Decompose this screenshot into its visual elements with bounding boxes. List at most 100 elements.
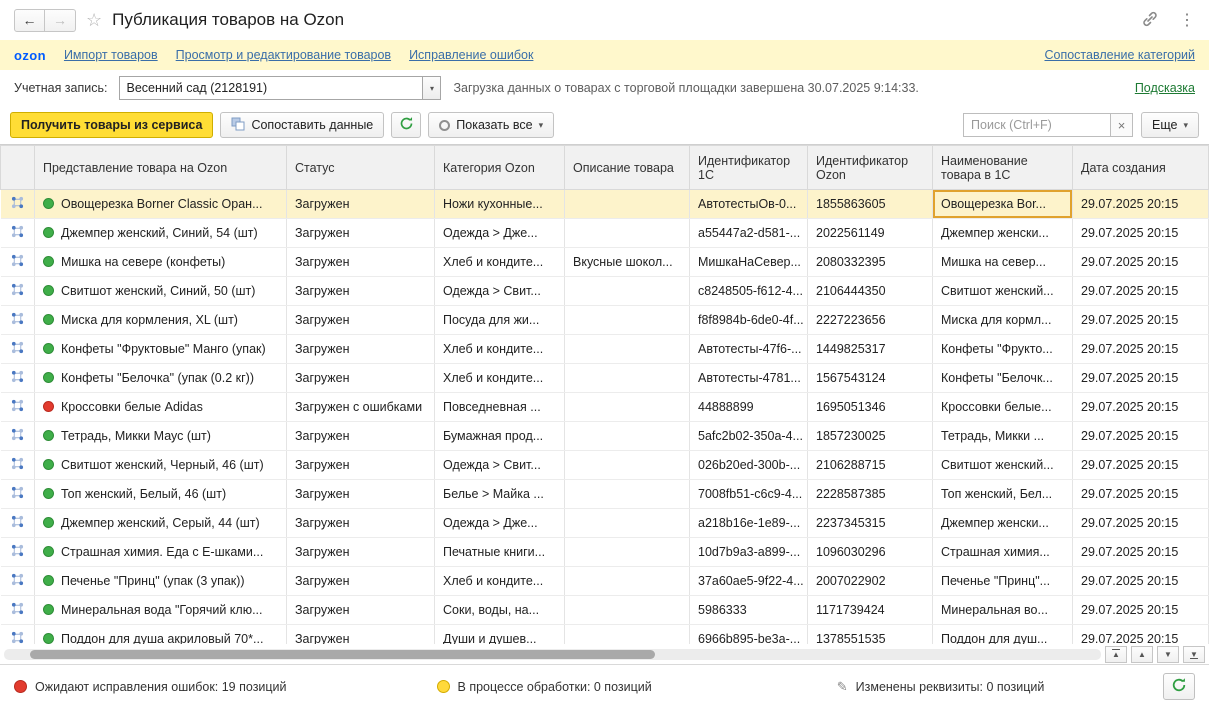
column-header[interactable]: Дата создания [1073, 146, 1209, 190]
cell-id-1c[interactable]: 37a60ae5-9f22-4... [690, 567, 808, 596]
cell-name-1c[interactable]: Кроссовки белые... [933, 393, 1073, 422]
cell-category[interactable]: Бумажная прод... [435, 422, 565, 451]
cell-id-ozon[interactable]: 2227223656 [808, 306, 933, 335]
cell-name-1c[interactable]: Минеральная во... [933, 596, 1073, 625]
cell-description[interactable] [565, 190, 690, 219]
cell-id-ozon[interactable]: 2080332395 [808, 248, 933, 277]
cell-category[interactable]: Печатные книги... [435, 538, 565, 567]
cell-status[interactable]: Загружен [287, 567, 435, 596]
cell-id-ozon[interactable]: 2237345315 [808, 509, 933, 538]
back-button[interactable]: ← [14, 9, 45, 32]
table-row[interactable]: Свитшот женский, Синий, 50 (шт) Загружен… [1, 277, 1209, 306]
cell-id-ozon[interactable]: 1567543124 [808, 364, 933, 393]
cell-id-1c[interactable]: f8f8984b-6de0-4f... [690, 306, 808, 335]
cell-id-1c[interactable]: 026b20ed-300b-... [690, 451, 808, 480]
cell-date-created[interactable]: 29.07.2025 20:15 [1073, 480, 1209, 509]
cell-id-1c[interactable]: 10d7b9a3-a899-... [690, 538, 808, 567]
column-header[interactable]: Категория Ozon [435, 146, 565, 190]
hint-link[interactable]: Подсказка [1135, 81, 1195, 95]
cell-id-1c[interactable]: 5986333 [690, 596, 808, 625]
cell-id-1c[interactable]: 5afc2b02-350a-4... [690, 422, 808, 451]
cell-description[interactable] [565, 480, 690, 509]
table-row[interactable]: Овощерезка Borner Classic Оран... Загруж… [1, 190, 1209, 219]
cell-status[interactable]: Загружен [287, 596, 435, 625]
cell-description[interactable] [565, 306, 690, 335]
cell-product-name[interactable]: Печенье "Принц" (упак (3 упак)) [35, 567, 287, 596]
cell-date-created[interactable]: 29.07.2025 20:15 [1073, 625, 1209, 645]
cell-name-1c[interactable]: Миска для кормл... [933, 306, 1073, 335]
cell-product-name[interactable]: Овощерезка Borner Classic Оран... [35, 190, 287, 219]
nav-fix-errors[interactable]: Исправление ошибок [409, 48, 533, 62]
cell-category[interactable]: Повседневная ... [435, 393, 565, 422]
cell-date-created[interactable]: 29.07.2025 20:15 [1073, 219, 1209, 248]
cell-product-name[interactable]: Конфеты "Фруктовые" Манго (упак) [35, 335, 287, 364]
cell-status[interactable]: Загружен [287, 625, 435, 645]
cell-description[interactable]: Вкусные шокол... [565, 248, 690, 277]
cell-product-name[interactable]: Свитшот женский, Черный, 46 (шт) [35, 451, 287, 480]
cell-date-created[interactable]: 29.07.2025 20:15 [1073, 451, 1209, 480]
cell-id-ozon[interactable]: 1171739424 [808, 596, 933, 625]
cell-date-created[interactable]: 29.07.2025 20:15 [1073, 364, 1209, 393]
show-all-button[interactable]: Показать все ▾ [428, 112, 554, 138]
cell-category[interactable]: Белье > Майка ... [435, 480, 565, 509]
cell-category[interactable]: Одежда > Свит... [435, 277, 565, 306]
cell-id-1c[interactable]: Автотесты-47f6-... [690, 335, 808, 364]
account-combobox[interactable]: ▾ [119, 76, 441, 100]
cell-date-created[interactable]: 29.07.2025 20:15 [1073, 248, 1209, 277]
cell-product-name[interactable]: Страшная химия. Еда с Е-шками... [35, 538, 287, 567]
column-header[interactable]: Статус [287, 146, 435, 190]
table-row[interactable]: Топ женский, Белый, 46 (шт) Загружен Бел… [1, 480, 1209, 509]
cell-id-1c[interactable]: АвтотестыОв-0... [690, 190, 808, 219]
cell-category[interactable]: Хлеб и кондите... [435, 248, 565, 277]
search-input[interactable] [963, 113, 1111, 137]
forward-button[interactable]: → [45, 9, 76, 32]
cell-category[interactable]: Соки, воды, на... [435, 596, 565, 625]
cell-name-1c[interactable]: Джемпер женски... [933, 509, 1073, 538]
cell-description[interactable] [565, 509, 690, 538]
cell-description[interactable] [565, 625, 690, 645]
table-row[interactable]: Печенье "Принц" (упак (3 упак)) Загружен… [1, 567, 1209, 596]
cell-name-1c[interactable]: Конфеты "Фрукто... [933, 335, 1073, 364]
cell-category[interactable]: Ножи кухонные... [435, 190, 565, 219]
cell-id-ozon[interactable]: 1855863605 [808, 190, 933, 219]
cell-date-created[interactable]: 29.07.2025 20:15 [1073, 277, 1209, 306]
cell-id-ozon[interactable]: 1695051346 [808, 393, 933, 422]
cell-description[interactable] [565, 364, 690, 393]
cell-status[interactable]: Загружен [287, 509, 435, 538]
cell-description[interactable] [565, 219, 690, 248]
cell-date-created[interactable]: 29.07.2025 20:15 [1073, 393, 1209, 422]
cell-date-created[interactable]: 29.07.2025 20:15 [1073, 596, 1209, 625]
cell-id-1c[interactable]: a55447a2-d581-... [690, 219, 808, 248]
cell-name-1c[interactable]: Джемпер женски... [933, 219, 1073, 248]
cell-id-ozon[interactable]: 2022561149 [808, 219, 933, 248]
cell-name-1c[interactable]: Поддон для душ... [933, 625, 1073, 645]
cell-date-created[interactable]: 29.07.2025 20:15 [1073, 509, 1209, 538]
cell-description[interactable] [565, 538, 690, 567]
cell-id-1c[interactable]: МишкаНаСевер... [690, 248, 808, 277]
cell-name-1c[interactable]: Тетрадь, Микки ... [933, 422, 1073, 451]
cell-date-created[interactable]: 29.07.2025 20:15 [1073, 306, 1209, 335]
cell-status[interactable]: Загружен [287, 306, 435, 335]
cell-id-ozon[interactable]: 2106444350 [808, 277, 933, 306]
cell-id-ozon[interactable]: 2106288715 [808, 451, 933, 480]
cell-product-name[interactable]: Свитшот женский, Синий, 50 (шт) [35, 277, 287, 306]
cell-description[interactable] [565, 277, 690, 306]
cell-date-created[interactable]: 29.07.2025 20:15 [1073, 335, 1209, 364]
column-header[interactable]: Идентификатор Ozon [808, 146, 933, 190]
cell-category[interactable]: Посуда для жи... [435, 306, 565, 335]
scroll-to-top-button[interactable]: ▲ [1105, 646, 1127, 663]
cell-category[interactable]: Хлеб и кондите... [435, 364, 565, 393]
table-row[interactable]: Конфеты "Фруктовые" Манго (упак) Загруже… [1, 335, 1209, 364]
table-row[interactable]: Страшная химия. Еда с Е-шками... Загруже… [1, 538, 1209, 567]
cell-status[interactable]: Загружен [287, 538, 435, 567]
table-row[interactable]: Свитшот женский, Черный, 46 (шт) Загруже… [1, 451, 1209, 480]
scroll-to-end-button[interactable]: ▼ [1183, 646, 1205, 663]
cell-date-created[interactable]: 29.07.2025 20:15 [1073, 567, 1209, 596]
cell-id-ozon[interactable]: 2007022902 [808, 567, 933, 596]
cell-status[interactable]: Загружен [287, 277, 435, 306]
cell-date-created[interactable]: 29.07.2025 20:15 [1073, 422, 1209, 451]
scroll-down-button[interactable]: ▼ [1157, 646, 1179, 663]
cell-status[interactable]: Загружен [287, 190, 435, 219]
cell-description[interactable] [565, 393, 690, 422]
nav-category-mapping[interactable]: Сопоставление категорий [1044, 48, 1195, 62]
